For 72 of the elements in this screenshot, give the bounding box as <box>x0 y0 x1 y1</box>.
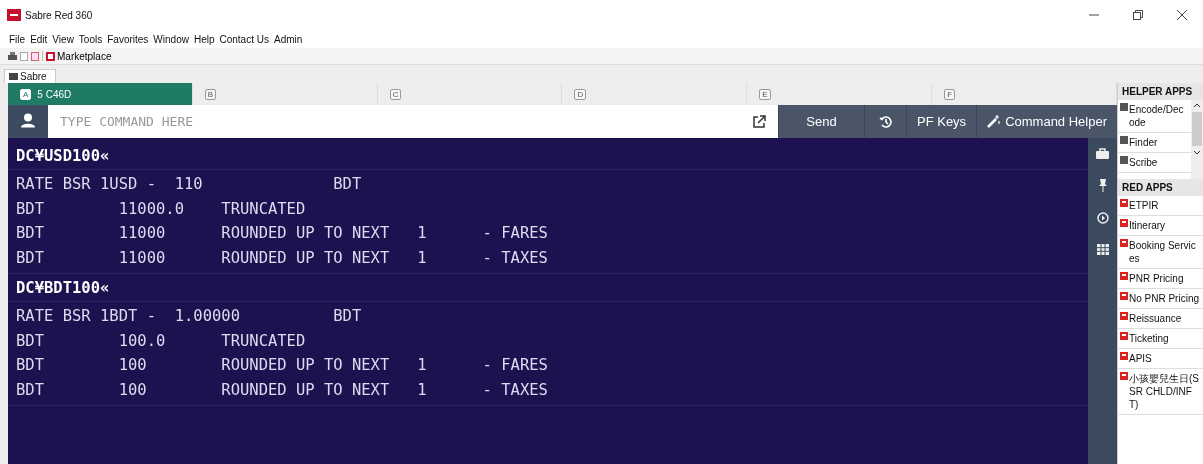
tab-letter-badge: B <box>204 88 217 100</box>
play-circle-icon[interactable] <box>1096 212 1109 224</box>
terminal-output-line: BDT 11000 ROUNDED UP TO NEXT 1 - FARES <box>15 223 549 244</box>
menu-item[interactable]: File <box>9 33 26 45</box>
tab-label: 5 C46D <box>37 88 72 100</box>
command-input-field[interactable]: TYPE COMMAND HERE <box>48 105 752 138</box>
marketplace-icon <box>46 51 55 61</box>
app-icon <box>1120 292 1128 300</box>
terminal-output-line: BDT 100 ROUNDED UP TO NEXT 1 - FARES <box>15 355 549 376</box>
app-list-item[interactable]: No PNR Pricing <box>1118 289 1203 309</box>
app-icon <box>1120 312 1128 320</box>
terminal-output-line: RATE BSR 1BDT - 1.00000 BDT <box>15 306 363 327</box>
app-icon <box>1120 219 1128 227</box>
menu-item[interactable]: Edit <box>30 33 48 45</box>
app-icon <box>1120 239 1128 247</box>
terminal-output-line: RATE BSR 1USD - 110 BDT <box>15 174 363 195</box>
app-icon <box>1120 199 1128 207</box>
restore-icon[interactable] <box>1133 10 1143 20</box>
terminal-output-line: BDT 11000 ROUNDED UP TO NEXT 1 - TAXES <box>15 247 549 269</box>
app-list-item[interactable]: 小孩嬰兒生日(SSR CHLD/INFT) <box>1118 369 1203 415</box>
app-list-item[interactable]: Booking Services <box>1118 236 1203 269</box>
perspective-tab[interactable]: Sabre <box>4 69 56 83</box>
app-logo-icon <box>7 9 21 21</box>
terminal-icon <box>9 73 18 80</box>
terminal-output-line: BDT 11000.0 TRUNCATED <box>15 198 307 220</box>
close-icon[interactable] <box>1177 10 1187 20</box>
menu-item[interactable]: Window <box>153 33 189 45</box>
terminal-command: DC¥BDT100« <box>8 274 1088 302</box>
app-icon <box>1120 332 1128 340</box>
panel-heading: HELPER APPS <box>1118 83 1203 100</box>
menu-item[interactable]: Tools <box>78 33 103 45</box>
app-icon <box>1120 136 1128 144</box>
window-title: Sabre Red 360 <box>25 9 93 21</box>
app-icon <box>1120 156 1128 164</box>
tab-letter-badge: A <box>20 88 32 100</box>
menu-item[interactable]: Contact Us <box>219 33 269 45</box>
scrollbar-thumb[interactable] <box>1192 112 1202 146</box>
pin-icon[interactable] <box>1097 179 1108 192</box>
menu-item[interactable]: Favorites <box>107 33 149 45</box>
printer-icon[interactable] <box>8 52 17 60</box>
document-icon[interactable] <box>31 51 39 61</box>
magic-wand-icon <box>987 115 1001 128</box>
tab-letter-badge: C <box>389 88 402 100</box>
app-list-item[interactable]: Itinerary <box>1118 216 1203 236</box>
terminal-output-line: BDT 100.0 TRUNCATED <box>15 330 307 352</box>
menu-item[interactable]: Help <box>193 33 215 45</box>
scroll-down-icon[interactable] <box>1193 150 1201 156</box>
tab-letter-badge: E <box>759 88 771 100</box>
tab-letter-badge: D <box>574 88 587 100</box>
user-icon[interactable] <box>8 105 48 138</box>
external-link-icon[interactable] <box>752 114 766 129</box>
terminal-command: DC¥USD100« <box>8 142 1088 170</box>
history-icon <box>878 114 893 129</box>
app-icon <box>1120 103 1128 111</box>
app-icon <box>1120 352 1128 360</box>
app-list-item[interactable]: Reissuance <box>1118 309 1203 329</box>
app-icon <box>1120 372 1128 380</box>
marketplace-button[interactable]: Marketplace <box>46 50 112 62</box>
app-list-item[interactable]: Ticketing <box>1118 329 1203 349</box>
app-list-item[interactable]: APIS <box>1118 349 1203 369</box>
briefcase-icon[interactable] <box>1096 148 1109 159</box>
app-list-item[interactable]: PNR Pricing <box>1118 269 1203 289</box>
menu-item[interactable]: Admin <box>273 33 303 45</box>
grid-icon[interactable] <box>1096 244 1109 255</box>
tab-letter-badge: F <box>944 88 956 100</box>
menu-item[interactable]: View <box>52 33 74 45</box>
scroll-up-icon[interactable] <box>1193 102 1201 108</box>
terminal-output-line: BDT 100 ROUNDED UP TO NEXT 1 - TAXES <box>15 379 549 401</box>
workspace-tab[interactable]: A 5 C46D <box>8 83 193 105</box>
app-list-item[interactable]: ETPIR <box>1118 196 1203 216</box>
panel-heading: RED APPS <box>1118 179 1203 196</box>
app-icon <box>1120 272 1128 280</box>
